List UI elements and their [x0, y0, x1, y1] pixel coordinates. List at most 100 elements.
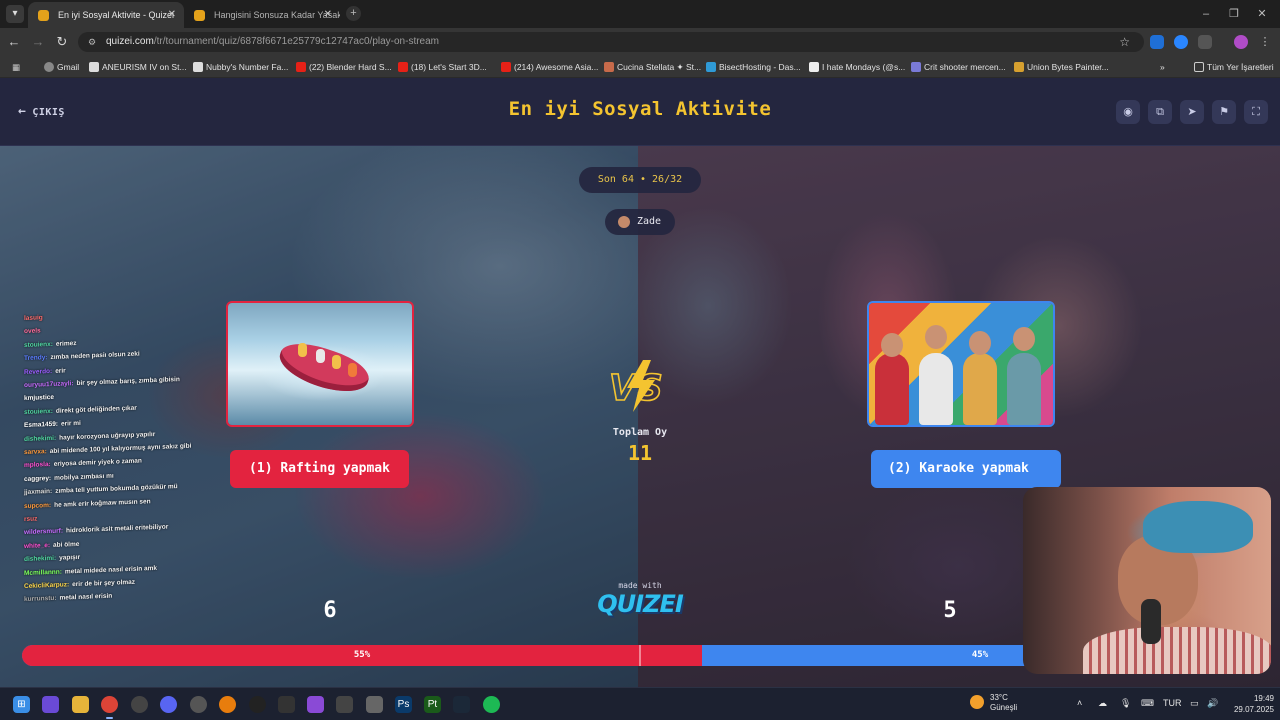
- option-1-vote-count: 6: [323, 598, 337, 623]
- address-bar[interactable]: ⚙ quizei.com/tr/tournament/quiz/6878f667…: [78, 32, 1144, 52]
- option-1-button[interactable]: (1) Rafting yapmak: [230, 450, 409, 488]
- send-icon[interactable]: ➤: [1180, 100, 1204, 124]
- profile-avatar[interactable]: [1234, 35, 1248, 49]
- browser-tab[interactable]: Hangisini Sonsuza Kadar Yasakl ✕: [184, 2, 340, 28]
- blender-icon[interactable]: [219, 696, 236, 713]
- fullscreen-icon[interactable]: ⛶: [1244, 100, 1268, 124]
- forward-icon[interactable]: →: [30, 34, 46, 50]
- total-votes-label: Toplam Oy: [612, 427, 668, 438]
- chat-text: erir: [55, 367, 66, 375]
- chat-text: abi midende 100 yıl kalıyormuş aynı sakı…: [49, 442, 192, 456]
- new-tab-button[interactable]: +: [346, 6, 361, 21]
- spotify-icon[interactable]: [483, 696, 500, 713]
- app-icon[interactable]: [131, 696, 148, 713]
- chat-username: Esma1459:: [24, 420, 58, 430]
- weather-text: 33°C Güneşli: [990, 693, 1018, 712]
- painter-icon[interactable]: Pt: [424, 696, 441, 713]
- singer-head: [969, 331, 991, 355]
- chat-text: metal midede nasıl erisin amk: [64, 564, 158, 576]
- microphone-icon: [1141, 599, 1161, 644]
- chrome-icon[interactable]: [101, 696, 118, 719]
- chat-message: ouryuu17uzayli: bir şey olmaz barış, zımb…: [24, 376, 180, 389]
- bookmark-favicon-icon: [1014, 62, 1024, 72]
- option-2-button[interactable]: (2) Karaoke yapmak: [871, 450, 1061, 488]
- bookmark-item[interactable]: (214) Awesome Asia...: [501, 56, 598, 78]
- apps-grid-icon[interactable]: ▦: [12, 56, 20, 78]
- chat-username: Reverdo:: [24, 367, 53, 376]
- rafter: [298, 343, 307, 357]
- obs-icon[interactable]: [190, 696, 207, 713]
- chat-username: lasuig: [24, 314, 43, 323]
- rafter: [332, 355, 341, 369]
- singer: [875, 353, 909, 425]
- tab-title: Hangisini Sonsuza Kadar Yasakl: [214, 10, 340, 20]
- extension-icon[interactable]: [1174, 35, 1188, 49]
- bookmark-item[interactable]: Nubby's Number Fa...: [193, 56, 288, 78]
- file-explorer-icon[interactable]: [72, 696, 89, 713]
- bookmark-item[interactable]: Union Bytes Painter...: [1014, 56, 1109, 78]
- start-menu-icon[interactable]: ⊞: [13, 696, 30, 713]
- photoshop-icon[interactable]: Ps: [395, 696, 412, 713]
- bookmarks-overflow-button[interactable]: »: [1160, 56, 1165, 78]
- chat-username: supcom:: [24, 501, 52, 510]
- singer-head: [881, 333, 903, 357]
- close-window-icon[interactable]: ✕: [1242, 0, 1280, 28]
- bookmark-item[interactable]: (18) Let's Start 3D...: [398, 56, 487, 78]
- cloud-icon[interactable]: ☁: [1098, 698, 1107, 709]
- unity-icon[interactable]: [336, 696, 353, 713]
- bookmark-star-icon[interactable]: ☆: [1119, 35, 1130, 49]
- visual-studio-icon[interactable]: [307, 696, 324, 713]
- stream-chat-overlay: lasuig ovels stouienx: erimez Trendy: zımba n…: [24, 307, 234, 615]
- volume-icon[interactable]: 🔊: [1207, 698, 1218, 709]
- all-bookmarks-folder[interactable]: Tüm Yer İşaretleri: [1194, 56, 1274, 78]
- steam-icon[interactable]: [453, 696, 470, 713]
- bookmark-item[interactable]: BisectHosting - Das...: [706, 56, 801, 78]
- bookmark-item[interactable]: Cucina Stellata ✦ St...: [604, 56, 701, 78]
- x-icon: [809, 62, 819, 72]
- chat-message: Trendy: zımba neden pasiı olsun zeki: [24, 351, 140, 362]
- tab-close-icon[interactable]: ✕: [168, 2, 176, 28]
- reload-icon[interactable]: ↻: [54, 34, 70, 50]
- copy-icon[interactable]: ⧉: [1148, 100, 1172, 124]
- copilot-icon[interactable]: [42, 696, 59, 713]
- chat-message: caggrey: mobilya zımbası mı: [24, 472, 114, 482]
- keyboard-icon[interactable]: ⌨: [1141, 698, 1154, 709]
- browser-tab-active[interactable]: En iyi Sosyal Aktivite - Quizei ✕: [28, 2, 184, 28]
- site-settings-icon[interactable]: ⚙: [88, 36, 100, 48]
- github-icon[interactable]: [278, 696, 295, 713]
- chat-username: ovels: [24, 327, 41, 336]
- network-icon[interactable]: ▭: [1190, 698, 1199, 709]
- unreal-icon[interactable]: [249, 696, 266, 713]
- tray-chevron-icon[interactable]: ˄: [1077, 698, 1082, 708]
- menu-kebab-icon[interactable]: ⋮: [1258, 35, 1272, 49]
- chat-text: bir şey olmaz barış, zımba gibisin: [76, 376, 180, 388]
- bookmark-item[interactable]: Crit shooter mercen...: [911, 56, 1006, 78]
- extensions-puzzle-icon[interactable]: [1198, 35, 1212, 49]
- system-clock[interactable]: 19:49 29.07.2025: [1226, 693, 1274, 715]
- chat-text: eriyosa demir yiyek o zaman: [53, 457, 142, 469]
- bookmark-item[interactable]: Gmail: [44, 56, 79, 78]
- chat-message: ovels: [24, 328, 44, 336]
- option-1-image[interactable]: [226, 301, 414, 427]
- bookmark-favicon-icon: [604, 62, 614, 72]
- extension-icon[interactable]: [1150, 35, 1164, 49]
- flag-icon[interactable]: ⚑: [1212, 100, 1236, 124]
- app-icon[interactable]: [366, 696, 383, 713]
- option-1-percent: 55%: [353, 650, 371, 660]
- bookmark-item[interactable]: ANEURISM IV on St...: [89, 56, 187, 78]
- discord-icon[interactable]: [160, 696, 177, 713]
- browser-toolbar: ← → ↻ ⚙ quizei.com/tr/tournament/quiz/68…: [0, 28, 1280, 56]
- singer: [919, 353, 953, 425]
- chat-text: erir de bir şey olmaz: [72, 578, 136, 589]
- language-indicator[interactable]: TUR: [1163, 698, 1182, 708]
- chat-text: yapışır: [59, 554, 81, 562]
- chat-message: dishekimi: yapışır: [24, 554, 80, 563]
- bookmark-item[interactable]: I hate Mondays (@s...: [809, 56, 905, 78]
- tab-search-icon[interactable]: ▾: [6, 5, 24, 23]
- eye-icon[interactable]: ◉: [1116, 100, 1140, 124]
- bookmark-item[interactable]: (22) Blender Hard S...: [296, 56, 392, 78]
- back-icon[interactable]: ←: [6, 34, 22, 50]
- option-2-image[interactable]: [867, 301, 1055, 427]
- microphone-icon[interactable]: 🎙: [1120, 698, 1131, 709]
- tab-close-icon[interactable]: ✕: [324, 2, 332, 28]
